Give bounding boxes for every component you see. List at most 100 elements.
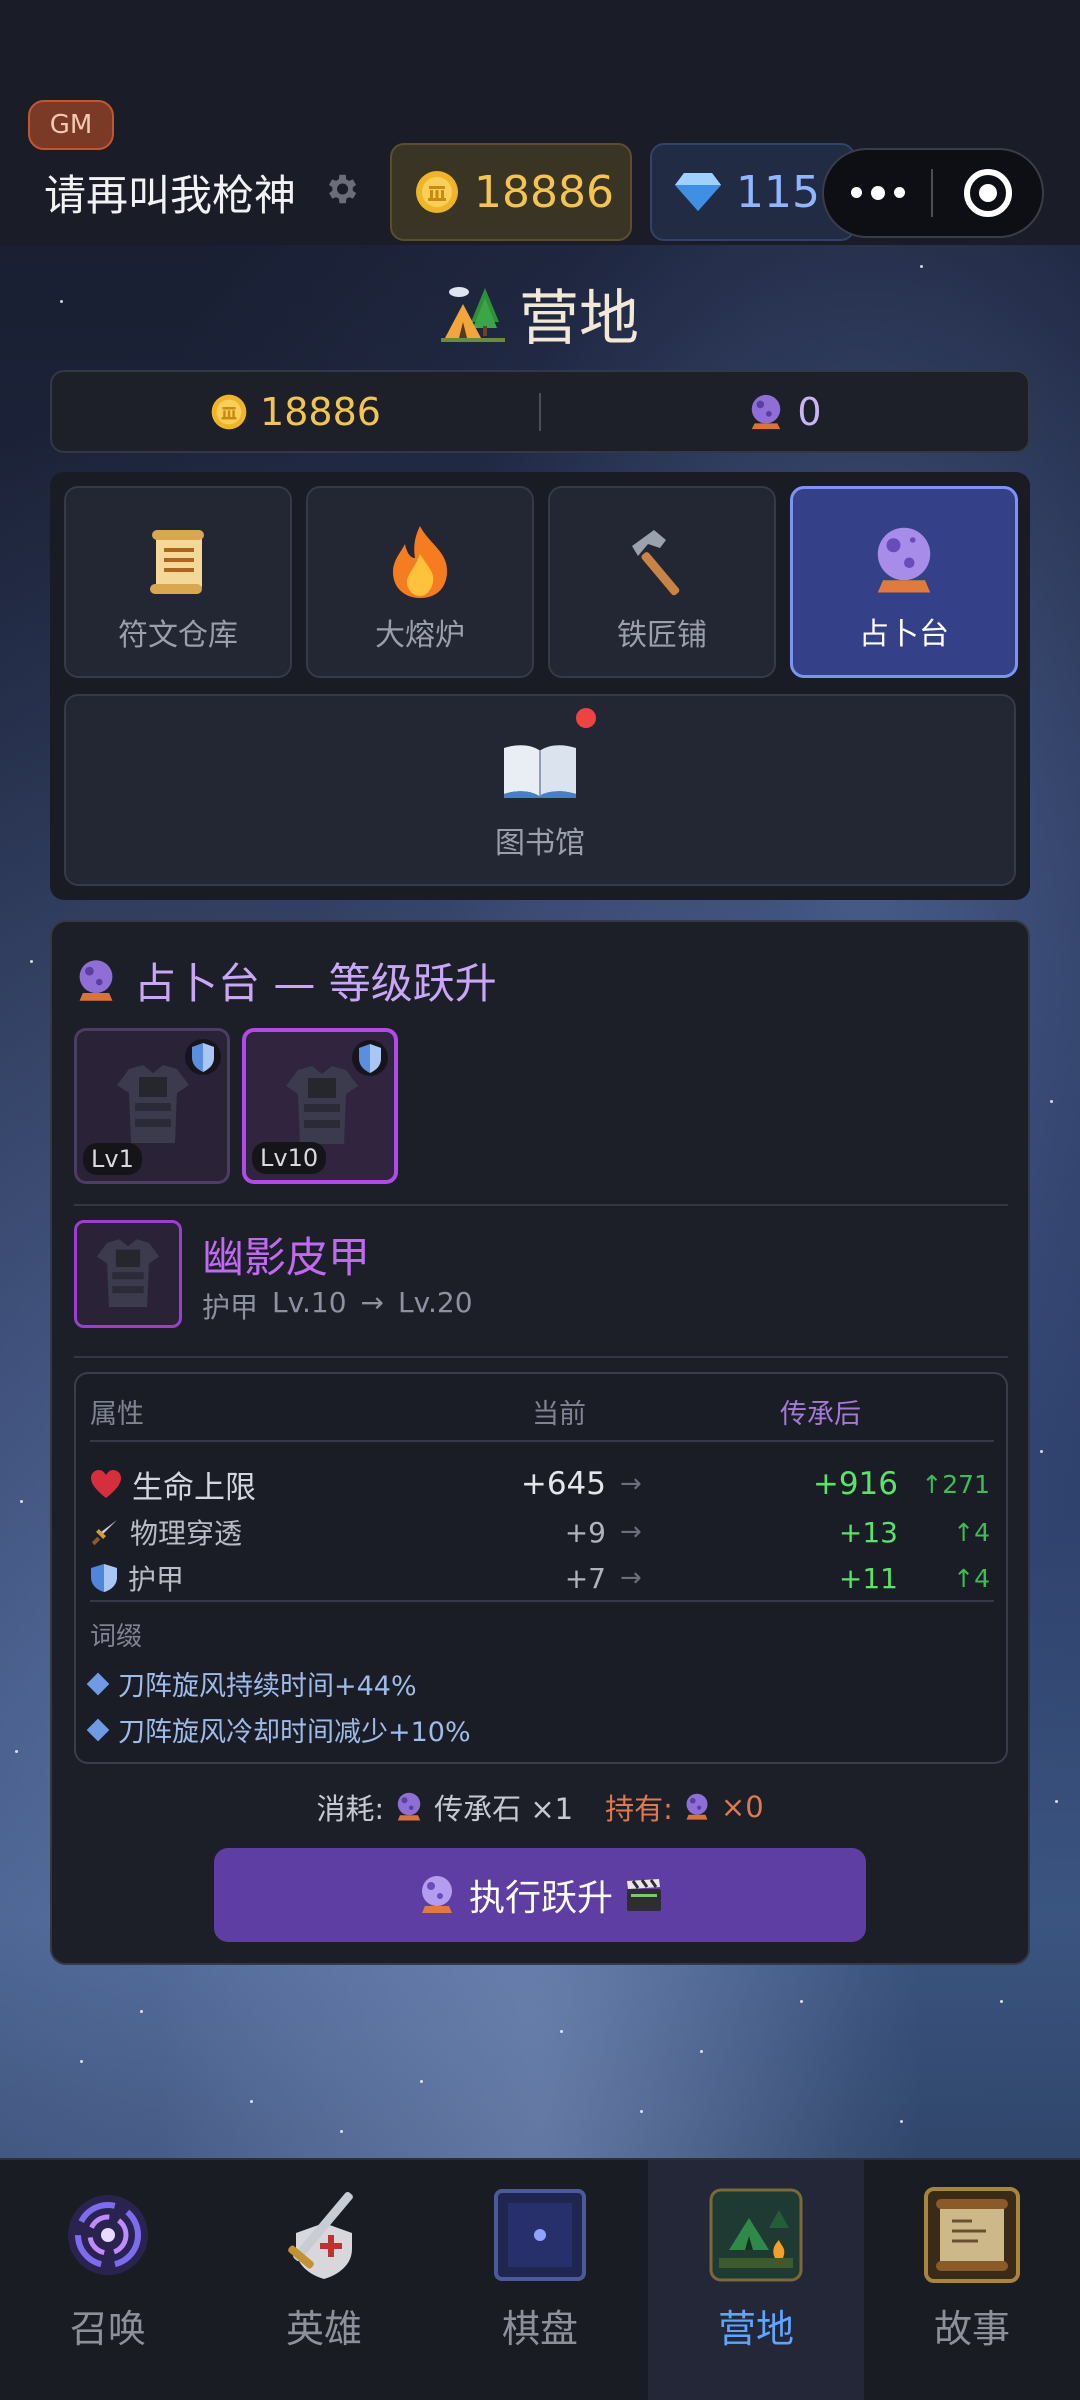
currency-bar: 18886 0 <box>50 370 1030 453</box>
stat-diff: ↑4 <box>953 1563 990 1593</box>
nav-camp[interactable]: 营地 <box>648 2160 864 2400</box>
miniprogram-capsule <box>822 148 1044 238</box>
gold-amount: 18886 <box>474 166 614 218</box>
item-to-level: Lv.20 <box>398 1286 473 1319</box>
stat-arrow: → <box>620 1517 642 1547</box>
item-type: 护甲 <box>202 1291 259 1324</box>
crystal-ball-icon <box>866 523 942 599</box>
divider <box>90 1440 994 1442</box>
slot-level: Lv10 <box>252 1142 327 1174</box>
stat-row: 物理穿透 +9 → +13 ↑4 <box>90 1510 994 1554</box>
bottom-nav: 召唤 英雄 棋盘 营地 故事 <box>0 2158 1080 2400</box>
facility-label: 大熔炉 <box>375 618 465 653</box>
item-name: 幽影皮甲 <box>202 1233 371 1282</box>
stat-diff: ↑4 <box>953 1517 990 1547</box>
close-miniprogram-icon[interactable] <box>933 169 1042 217</box>
stat-row: 护甲 +7 → +11 ↑4 <box>90 1556 994 1600</box>
own-count: ×0 <box>720 1790 764 1824</box>
nav-summon[interactable]: 召唤 <box>0 2160 216 2400</box>
cost-label: 消耗: <box>316 1792 385 1826</box>
nav-label: 棋盘 <box>501 2307 578 2351</box>
facility-rune-warehouse[interactable]: 符文仓库 <box>64 486 292 678</box>
facility-library[interactable]: 图书馆 <box>64 694 1016 886</box>
facility-blacksmith[interactable]: 铁匠铺 <box>548 486 776 678</box>
player-name[interactable]: 请再叫我枪神 <box>44 162 296 223</box>
stat-current: +7 <box>564 1561 606 1595</box>
campsite-icon <box>707 2186 805 2284</box>
stat-row: 生命上限 +645 → +916 ↑271 <box>90 1462 994 1506</box>
stat-current: +645 <box>520 1466 606 1502</box>
gold-coin-icon <box>211 394 247 429</box>
gear-icon[interactable] <box>322 170 360 208</box>
execute-button-label: 执行跃升 <box>468 1878 613 1919</box>
more-options-icon[interactable] <box>824 185 931 200</box>
gm-badge[interactable]: GM <box>28 100 114 150</box>
divider <box>74 1356 1008 1358</box>
stat-comparison-box: 属性 当前 传承后 生命上限 +645 → +916 ↑271 物理穿透 +9 … <box>74 1372 1008 1764</box>
heart-icon <box>91 1470 121 1498</box>
affix-text: 刀阵旋风持续时间+44% <box>118 1671 417 1702</box>
armor-icon <box>96 1239 160 1307</box>
divider <box>90 1600 994 1602</box>
affix-item: 刀阵旋风持续时间+44% <box>86 1664 417 1703</box>
divination-title: 占卜台 — 等级跃升 <box>74 950 497 1011</box>
execute-upgrade-button[interactable]: 执行跃升 <box>214 1848 866 1942</box>
item-level-range: 护甲 Lv.10 → Lv.20 <box>202 1286 473 1326</box>
camp-orbs: 0 <box>541 390 1028 434</box>
hammer-icon <box>624 524 700 600</box>
facility-label: 符文仓库 <box>118 618 238 653</box>
nav-label: 营地 <box>717 2307 794 2351</box>
scroll-icon <box>140 524 216 600</box>
cost-item: 传承石 ×1 <box>434 1792 574 1826</box>
cost-line: 消耗: 传承石 ×1 持有: ×0 <box>52 1786 1028 1828</box>
slot-level: Lv1 <box>83 1143 142 1175</box>
facility-great-furnace[interactable]: 大熔炉 <box>306 486 534 678</box>
stat-name: 物理穿透 <box>130 1517 243 1550</box>
camp-gold-amount: 18886 <box>260 389 381 434</box>
affix-text: 刀阵旋风冷却时间减少+10% <box>118 1717 471 1748</box>
equipment-slot-selected[interactable]: Lv10 <box>242 1028 398 1184</box>
nav-board[interactable]: 棋盘 <box>432 2160 648 2400</box>
shield-badge-icon <box>352 1040 388 1076</box>
stat-header-current: 当前 <box>532 1399 586 1430</box>
facility-divination-altar[interactable]: 占卜台 <box>790 486 1018 678</box>
nav-heroes[interactable]: 英雄 <box>216 2160 432 2400</box>
facility-label: 铁匠铺 <box>617 618 707 653</box>
selected-item-thumbnail <box>74 1220 182 1328</box>
sword-shield-icon <box>275 2186 373 2284</box>
affix-item: 刀阵旋风冷却时间减少+10% <box>86 1710 471 1749</box>
armor-icon <box>117 1065 189 1143</box>
stat-diff: ↑271 <box>921 1469 990 1499</box>
stat-arrow: → <box>620 1563 642 1593</box>
crystal-ball-icon <box>686 1793 708 1820</box>
equipment-slot[interactable]: Lv1 <box>74 1028 230 1184</box>
stat-after: +916 <box>812 1466 898 1502</box>
camp-orb-amount: 0 <box>797 389 822 434</box>
item-from-level: Lv.10 <box>272 1286 347 1319</box>
shield-icon <box>91 1564 117 1592</box>
camping-icon <box>441 286 505 342</box>
page-title: 营地 <box>0 270 1080 357</box>
crystal-ball-icon <box>421 1876 452 1913</box>
divination-title-text: 占卜台 — 等级跃升 <box>134 959 497 1008</box>
crystal-ball-icon <box>752 394 781 429</box>
crystal-ball-icon <box>79 959 113 1001</box>
crystal-ball-icon <box>397 1792 421 1821</box>
dagger-icon <box>91 1520 117 1546</box>
fire-icon <box>382 524 458 600</box>
nav-story[interactable]: 故事 <box>864 2160 1080 2400</box>
notification-dot <box>576 708 596 728</box>
own-label: 持有: <box>605 1792 673 1826</box>
stat-name: 护甲 <box>128 1563 185 1596</box>
nav-label: 英雄 <box>285 2307 362 2351</box>
gold-coin-icon <box>416 171 458 213</box>
level-arrow: → <box>360 1286 385 1319</box>
armor-icon <box>286 1066 358 1144</box>
stat-arrow: → <box>620 1469 642 1499</box>
affix-title: 词缀 <box>90 1622 143 1652</box>
facility-grid: 符文仓库 大熔炉 铁匠铺 占卜台 图书馆 <box>50 472 1030 900</box>
divination-panel: 占卜台 — 等级跃升 Lv1 Lv10 幽影皮甲 护甲 Lv.10 → Lv.2… <box>50 920 1030 1965</box>
divider <box>74 1204 1008 1206</box>
stat-header-after: 传承后 <box>780 1399 861 1430</box>
gold-balance[interactable]: 18886 <box>390 143 632 241</box>
